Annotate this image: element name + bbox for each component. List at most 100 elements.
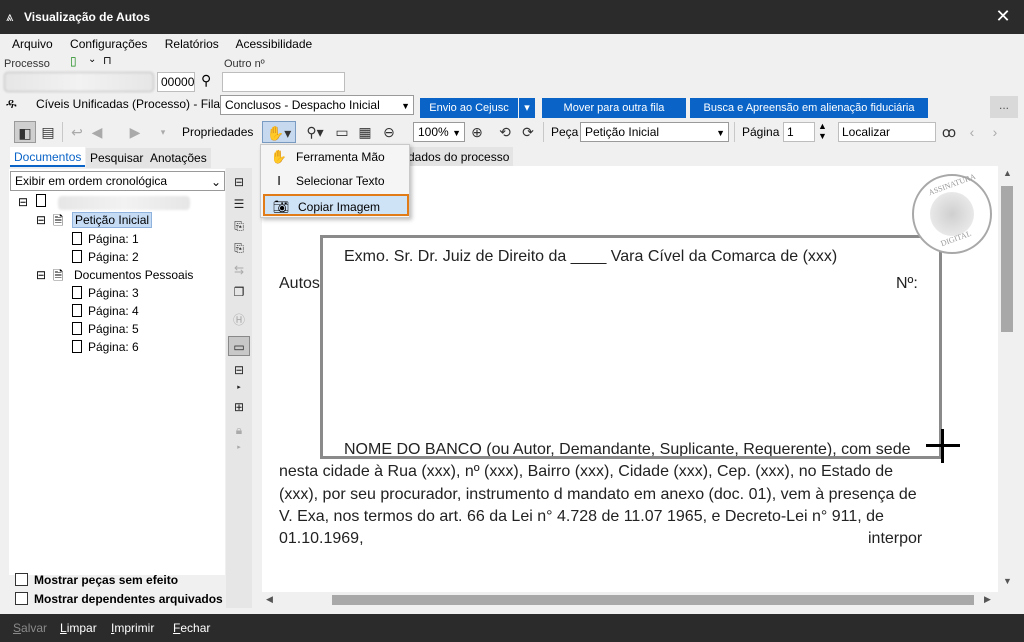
fit-width-icon[interactable]: ▭: [331, 121, 353, 143]
copy-docs-icon[interactable]: ❐: [228, 282, 250, 302]
order-value: Exibir em ordem cronológica: [15, 174, 168, 188]
order-select[interactable]: Exibir em ordem cronológica ⌄: [10, 171, 225, 191]
lock-icon[interactable]: 🔒︎: [228, 420, 250, 440]
page-icon: [72, 286, 82, 299]
menu-acessibilidade[interactable]: Acessibilidade: [235, 37, 312, 51]
menu-relatorios[interactable]: Relatórios: [165, 37, 219, 51]
zoom-select[interactable]: 100% ▼: [413, 122, 465, 142]
more-options-button[interactable]: ...: [990, 96, 1018, 118]
annotation-note-icon[interactable]: ▭: [228, 336, 250, 356]
hand-tool-icon[interactable]: ✋▾: [262, 121, 296, 143]
horizontal-scroll-thumb[interactable]: [332, 595, 974, 605]
document-viewer[interactable]: Exmo. Sr. Dr. Juiz de Direito da ____ Va…: [262, 166, 998, 592]
next-icon[interactable]: ▶: [124, 121, 146, 143]
salvar-button[interactable]: Salvar: [13, 621, 47, 635]
process-number-input[interactable]: [4, 72, 154, 92]
tree-item-page[interactable]: Página: 4: [72, 304, 139, 318]
previous-icon[interactable]: ◀: [86, 121, 108, 143]
horizontal-scrollbar[interactable]: ◀ ▶: [262, 592, 998, 608]
menu-configuracoes[interactable]: Configurações: [70, 37, 147, 51]
document-refresh-icon[interactable]: ▯: [70, 54, 77, 68]
tree-item-page[interactable]: Página: 3: [72, 286, 139, 300]
scroll-left-icon[interactable]: ◀: [266, 594, 273, 605]
scroll-right-icon[interactable]: ▶: [984, 594, 991, 605]
image-selection-rectangle[interactable]: [320, 235, 942, 459]
highlight-icon[interactable]: Ⓗ: [228, 310, 250, 330]
tree-view-icon[interactable]: ⊟: [228, 172, 250, 192]
menu-item-ferramenta-mao[interactable]: ✋ Ferramenta Mão: [263, 146, 409, 168]
return-icon[interactable]: ↩: [66, 121, 88, 143]
list-annotations-icon[interactable]: ⊟: [228, 360, 250, 380]
transfer-icon[interactable]: ⇆: [228, 260, 250, 280]
doc-para-line5b: interpor: [868, 530, 923, 547]
mostrar-dependentes-checkbox[interactable]: Mostrar dependentes arquivados: [15, 592, 223, 606]
chevron-down-icon[interactable]: ⌄: [88, 54, 96, 65]
page-icon: [72, 322, 82, 335]
tab-pesquisar[interactable]: Pesquisar: [86, 148, 148, 168]
mostrar-pecas-checkbox[interactable]: Mostrar peças sem efeito: [15, 573, 178, 587]
find-previous-icon[interactable]: ‹: [961, 121, 983, 143]
tab-dados-processo[interactable]: dados do processo: [404, 147, 514, 167]
tree-item-page[interactable]: Página: 6: [72, 340, 139, 354]
outro-numero-input[interactable]: [222, 72, 345, 92]
page-stepper-icon[interactable]: ▲ ▼: [818, 121, 827, 141]
search-icon[interactable]: ⚲: [201, 72, 211, 89]
chevron-down-icon: ▼: [716, 128, 725, 138]
process-suffix-input[interactable]: 00000: [157, 72, 195, 92]
doc-para-line4: V. Exa, nos termos do art. 66 da Lei n° …: [279, 508, 884, 525]
close-window-button[interactable]: ✕: [992, 6, 1014, 27]
propriedades-button[interactable]: Propriedades: [182, 125, 253, 139]
find-next-icon[interactable]: ›: [984, 121, 1006, 143]
tree-item-page[interactable]: Página: 1: [72, 232, 139, 246]
fechar-button[interactable]: Fechar: [173, 621, 210, 635]
scroll-up-icon[interactable]: ▲: [1003, 168, 1012, 178]
verify-signature-icon[interactable]: ⎘: [228, 238, 250, 258]
tree-item-documentos-pessoais[interactable]: Documentos Pessoais: [74, 268, 193, 282]
tree-collapse-icon[interactable]: ⊟: [18, 195, 28, 209]
text-cursor-icon: I: [277, 173, 281, 188]
rotate-right-icon[interactable]: ⟳: [517, 121, 539, 143]
document-view-icon[interactable]: ◧: [14, 121, 36, 143]
tree-item-page[interactable]: Página: 5: [72, 322, 139, 336]
vertical-scroll-thumb[interactable]: [1001, 186, 1013, 332]
users-icon: ዱ: [6, 96, 17, 111]
zoom-out-icon[interactable]: ⊖: [378, 121, 400, 143]
chevron-down-icon[interactable]: ▸: [228, 438, 250, 458]
zoom-icon[interactable]: ⚲▾: [302, 121, 328, 143]
menu-item-copiar-imagem[interactable]: 📷︎ Copiar Imagem: [263, 194, 409, 216]
tree-collapse-icon[interactable]: ⊟: [36, 213, 46, 227]
fit-page-icon[interactable]: ▦: [354, 121, 376, 143]
menu-item-selecionar-texto[interactable]: I Selecionar Texto: [263, 170, 409, 192]
chevron-down-icon[interactable]: ▸: [228, 378, 250, 398]
pagina-input[interactable]: 1: [783, 122, 815, 142]
tree-collapse-icon[interactable]: ⊟: [36, 268, 46, 282]
binoculars-icon[interactable]: ꝏ: [938, 121, 960, 143]
mover-fila-button[interactable]: Mover para outra fila: [542, 98, 686, 118]
peca-value: Petição Inicial: [585, 125, 660, 139]
zoom-in-icon[interactable]: ⊕: [466, 121, 488, 143]
list-view-icon[interactable]: ☰: [228, 194, 250, 214]
signed-doc-icon[interactable]: ⎘: [228, 216, 250, 236]
menu-arquivo[interactable]: Arquivo: [12, 37, 53, 51]
envio-cejusc-button[interactable]: Envio ao Cejusc: [420, 98, 518, 118]
rotate-left-icon[interactable]: ⟲: [494, 121, 516, 143]
tree-item-page[interactable]: Página: 2: [72, 250, 139, 264]
tree-item-peticao-inicial[interactable]: Petição Inicial: [72, 212, 153, 228]
busca-apreensao-button[interactable]: Busca e Apreensão em alienação fiduciári…: [690, 98, 928, 118]
doc-para-line5a: 01.10.1969,: [279, 530, 364, 547]
queue-select[interactable]: Conclusos - Despacho Inicial ▼: [220, 95, 414, 115]
tab-documentos[interactable]: Documentos: [10, 147, 86, 167]
vertical-scrollbar[interactable]: ▲ ▼: [998, 166, 1016, 592]
localizar-input[interactable]: Localizar: [838, 122, 936, 142]
peca-select[interactable]: Petição Inicial ▼: [580, 122, 729, 142]
envio-cejusc-dropdown-button[interactable]: ▾: [519, 98, 535, 118]
split-view-icon[interactable]: ▤: [37, 121, 59, 143]
limpar-button[interactable]: Limpar: [60, 621, 97, 635]
add-annotation-icon[interactable]: ⊞: [228, 397, 250, 417]
scroll-down-icon[interactable]: ▼: [1003, 576, 1012, 586]
note-icon[interactable]: ⊓: [103, 54, 112, 67]
chevron-down-icon[interactable]: ▾: [152, 121, 174, 143]
tab-anotacoes[interactable]: Anotações: [146, 148, 211, 168]
app-logo-icon: ⩓: [6, 9, 14, 24]
imprimir-button[interactable]: Imprimir: [111, 621, 154, 635]
